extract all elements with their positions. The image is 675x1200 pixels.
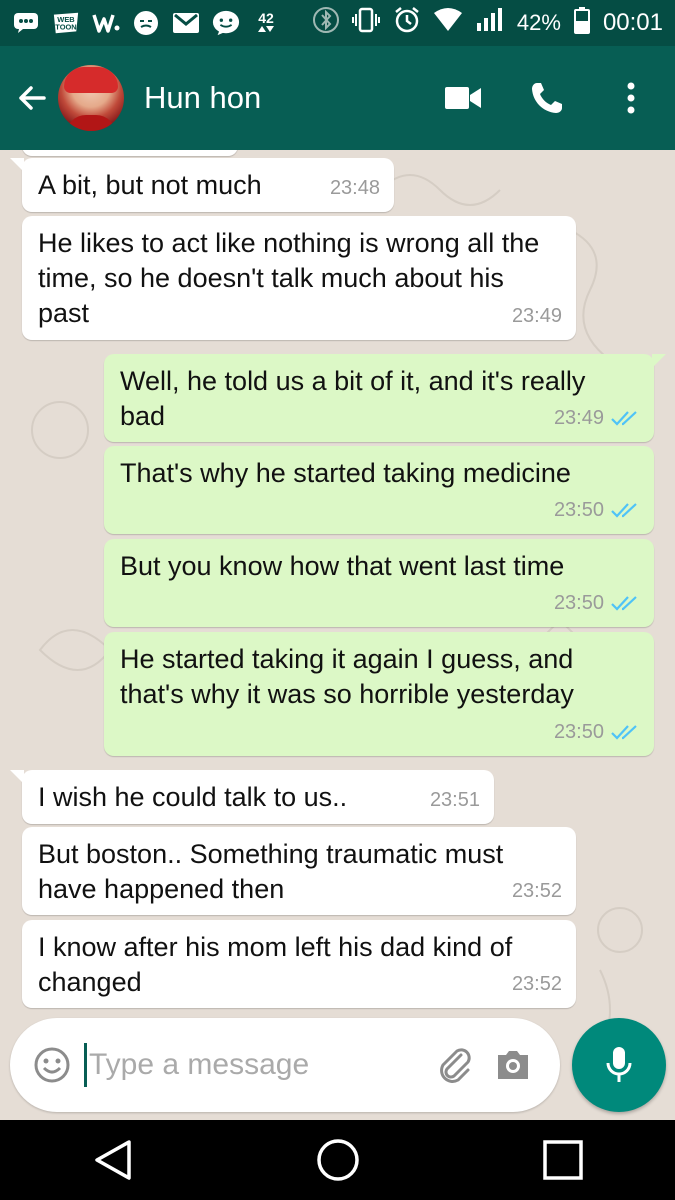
square-recents-icon (542, 1140, 583, 1180)
nav-back-button[interactable] (83, 1130, 143, 1190)
message-text: Well, he told us a bit of it, and it's r… (120, 366, 586, 431)
clock-time: 00:01 (602, 9, 663, 36)
read-ticks-icon (610, 502, 640, 520)
battery-percent: 42% (516, 10, 561, 35)
attach-button[interactable] (433, 1043, 477, 1087)
alarm-icon (393, 6, 421, 41)
message-bubble-partial (22, 150, 238, 156)
status-bar: WEB TOON 42 42% 00:01 (0, 0, 675, 46)
microphone-icon (606, 1047, 632, 1082)
data-badge: 42 (258, 10, 274, 26)
message-bubble-outgoing[interactable]: But you know how that went last time 23:… (104, 539, 654, 627)
message-text: He likes to act like nothing is wrong al… (38, 228, 540, 328)
paperclip-icon (440, 1048, 471, 1083)
contact-name[interactable]: Hun hon (144, 80, 261, 116)
phone-icon (532, 83, 562, 113)
circle-home-icon (316, 1139, 359, 1181)
message-time: 23:51 (429, 789, 480, 811)
message-text: A bit, but not much (38, 170, 262, 200)
signal-icon (475, 7, 505, 40)
message-text: That's why he started taking medicine (120, 458, 571, 488)
message-text: But you know how that went last time (120, 551, 565, 581)
camera-icon (498, 1051, 528, 1079)
message-time: 23:50 (553, 721, 604, 743)
system-navigation-bar (0, 1120, 675, 1200)
svg-text:TOON: TOON (55, 23, 76, 32)
message-time: 23:50 (553, 499, 604, 521)
back-arrow-icon (19, 86, 46, 110)
message-bubble-incoming[interactable]: I know after his mom left his dad kind o… (22, 920, 576, 1008)
message-time: 23:49 (511, 305, 562, 327)
wifi-icon (433, 7, 463, 40)
contact-avatar[interactable] (58, 65, 124, 131)
message-text: I know after his mom left his dad kind o… (38, 932, 513, 997)
video-camera-icon (445, 87, 481, 109)
emoji-button[interactable] (32, 1045, 72, 1085)
message-text: But boston.. Something traumatic must ha… (38, 839, 504, 904)
message-input[interactable] (89, 1048, 429, 1082)
messenger-icon (212, 9, 240, 37)
read-ticks-icon (610, 724, 640, 742)
message-bubble-outgoing[interactable]: Well, he told us a bit of it, and it's r… (104, 354, 666, 442)
read-ticks-icon (610, 410, 640, 428)
message-time: 23:49 (553, 407, 604, 429)
chat-area[interactable]: A bit, but not much 23:48 He likes to ac… (0, 150, 675, 1120)
back-button[interactable] (6, 46, 58, 150)
message-bubble-incoming[interactable]: But boston.. Something traumatic must ha… (22, 827, 576, 915)
overflow-menu-button[interactable] (611, 78, 651, 118)
message-bubble-outgoing[interactable]: That's why he started taking medicine 23… (104, 446, 654, 534)
message-text: I wish he could talk to us.. (38, 782, 348, 812)
message-bubble-incoming[interactable]: I wish he could talk to us.. 23:51 (10, 770, 494, 824)
chat-icon (12, 9, 40, 37)
message-time: 23:48 (329, 177, 380, 199)
text-cursor (84, 1043, 87, 1087)
battery-icon (573, 6, 591, 41)
message-time: 23:52 (511, 880, 562, 902)
gmail-icon (172, 9, 200, 37)
message-bubble-incoming[interactable]: He likes to act like nothing is wrong al… (22, 216, 576, 340)
chat-header: Hun hon (0, 46, 675, 150)
video-call-button[interactable] (443, 78, 483, 118)
webtoon-icon: WEB TOON (52, 9, 80, 37)
read-ticks-icon (610, 595, 640, 613)
bluetooth-icon (312, 6, 339, 41)
triangle-back-icon (94, 1140, 131, 1180)
emoji-icon (34, 1047, 70, 1083)
message-bubble-incoming[interactable]: A bit, but not much 23:48 (10, 158, 394, 212)
nav-recents-button[interactable] (533, 1130, 593, 1190)
voice-call-button[interactable] (527, 78, 567, 118)
mood-icon (132, 9, 160, 37)
nav-home-button[interactable] (308, 1130, 368, 1190)
voice-record-button[interactable] (572, 1018, 666, 1112)
camera-button[interactable] (491, 1043, 535, 1087)
message-text: He started taking it again I guess, and … (120, 644, 574, 709)
message-composer (10, 1018, 560, 1112)
message-time: 23:52 (511, 973, 562, 995)
data-42-icon: 42 (252, 9, 280, 37)
message-time: 23:50 (553, 592, 604, 614)
more-vert-icon (627, 82, 635, 114)
message-bubble-outgoing[interactable]: He started taking it again I guess, and … (104, 632, 654, 756)
w-icon (92, 9, 120, 37)
vibrate-icon (351, 6, 381, 41)
